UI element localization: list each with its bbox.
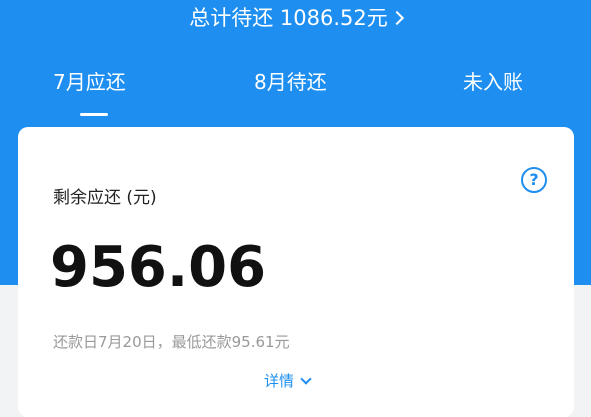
remaining-due-label: 剩余应还 (元) — [53, 188, 157, 208]
tab-july-due[interactable]: 7月应还 — [53, 69, 126, 95]
total-due-label: 总计待还 — [189, 6, 274, 30]
tab-august-pending[interactable]: 8月待还 — [254, 69, 327, 95]
active-tab-indicator — [80, 113, 108, 116]
total-due-link[interactable]: 总计待还 1086.52元 — [0, 4, 591, 32]
chevron-right-icon — [389, 10, 404, 26]
tab-unbilled[interactable]: 未入账 — [463, 69, 523, 95]
due-date-info: 还款日7月20日，最低还款95.61元 — [53, 333, 290, 351]
remaining-due-amount: 956.06 — [50, 235, 267, 300]
details-label: 详情 — [264, 372, 295, 390]
repayment-card: 剩余应还 (元) ? 956.06 还款日7月20日，最低还款95.61元 详情 — [18, 127, 574, 417]
chevron-down-icon — [300, 373, 312, 385]
details-button[interactable]: 详情 — [264, 370, 312, 392]
total-due-amount: 1086.52元 — [279, 6, 388, 30]
help-icon[interactable]: ? — [521, 167, 547, 193]
